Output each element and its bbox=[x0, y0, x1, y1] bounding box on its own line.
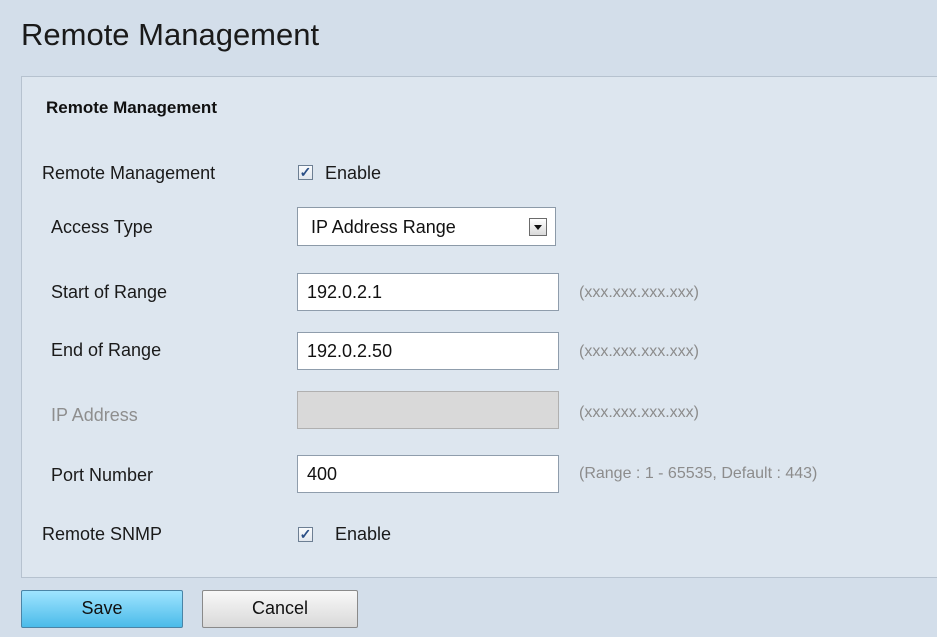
section-title: Remote Management bbox=[46, 98, 217, 117]
remote-management-label: Remote Management bbox=[42, 163, 216, 183]
port-number-label: Port Number bbox=[51, 465, 154, 485]
ip-address-label: IP Address bbox=[51, 405, 138, 425]
remote-snmp-label: Remote SNMP bbox=[42, 524, 163, 544]
checkmark-icon: ✓ bbox=[299, 164, 312, 180]
start-of-range-label: Start of Range bbox=[51, 282, 168, 302]
port-number-hint: (Range : 1 - 65535, Default : 443) bbox=[579, 465, 818, 482]
save-button[interactable]: Save bbox=[21, 590, 183, 628]
remote-snmp-enable-checkbox[interactable]: ✓ bbox=[298, 527, 313, 542]
access-type-label: Access Type bbox=[51, 217, 153, 237]
port-number-input[interactable] bbox=[297, 455, 559, 493]
ip-address-hint: (xxx.xxx.xxx.xxx) bbox=[579, 404, 699, 421]
end-of-range-hint: (xxx.xxx.xxx.xxx) bbox=[579, 343, 699, 360]
start-of-range-input[interactable] bbox=[297, 273, 559, 311]
chevron-down-icon[interactable] bbox=[529, 218, 547, 236]
start-of-range-hint: (xxx.xxx.xxx.xxx) bbox=[579, 284, 699, 301]
remote-management-enable-checkbox[interactable]: ✓ bbox=[298, 165, 313, 180]
remote-snmp-enable-label: Enable bbox=[335, 524, 392, 544]
page-title: Remote Management bbox=[21, 17, 320, 52]
access-type-select[interactable]: IP Address Range bbox=[297, 207, 556, 246]
ip-address-input bbox=[297, 391, 559, 429]
checkmark-icon: ✓ bbox=[299, 526, 312, 542]
remote-management-enable-label: Enable bbox=[325, 163, 382, 183]
settings-panel bbox=[21, 76, 937, 578]
end-of-range-input[interactable] bbox=[297, 332, 559, 370]
remote-management-page: Remote Management Remote Management Remo… bbox=[0, 0, 937, 637]
access-type-selected-value: IP Address Range bbox=[311, 217, 456, 237]
cancel-button[interactable]: Cancel bbox=[202, 590, 358, 628]
end-of-range-label: End of Range bbox=[51, 340, 162, 360]
